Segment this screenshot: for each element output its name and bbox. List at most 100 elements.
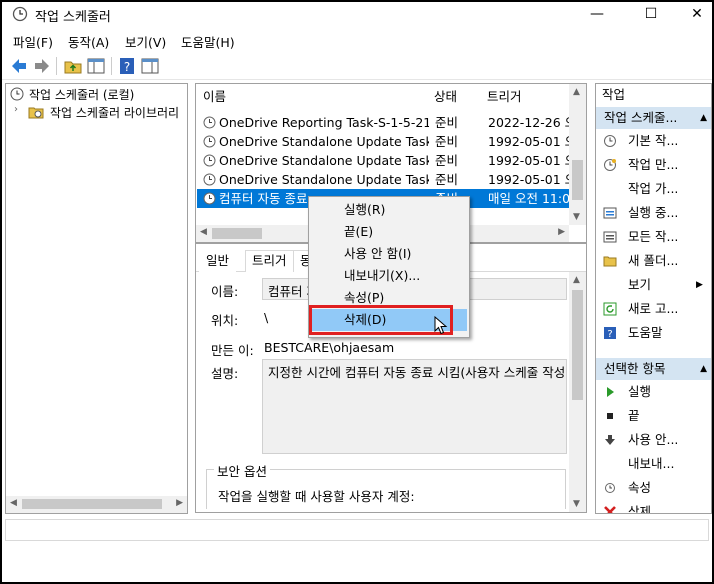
clock-icon <box>203 154 216 167</box>
tree-item-label: 작업 스케줄러 (로컬) <box>29 88 135 102</box>
scroll-up-icon[interactable]: ▲ <box>573 275 580 285</box>
actions-section-selected[interactable]: 선택한 항목 ▲ <box>596 358 711 380</box>
horizontal-scrollbar[interactable]: ◀ ▶ <box>6 496 187 513</box>
action-create-task[interactable]: 작업 만... <box>596 154 706 176</box>
task-trigger: 1992-05-01 오 <box>488 172 569 187</box>
scroll-right-icon[interactable]: ▶ <box>176 498 183 508</box>
show-hide-tree-icon[interactable] <box>86 56 106 76</box>
action-delete[interactable]: 삭제 <box>596 501 706 514</box>
task-name: OneDrive Standalone Update Task-S-... <box>219 172 429 187</box>
refresh-icon <box>603 302 617 316</box>
mouse-cursor-icon <box>434 316 448 335</box>
running-tasks-icon <box>603 207 617 219</box>
context-menu-disable[interactable]: 사용 안 함(I) <box>311 243 467 265</box>
collapse-icon[interactable]: ▲ <box>700 107 707 129</box>
toolbar-separator <box>56 57 57 75</box>
scroll-down-icon[interactable]: ▼ <box>573 212 580 222</box>
actions-section-scheduler[interactable]: 작업 스케줄... ▲ <box>596 107 711 129</box>
action-basic-task[interactable]: 기본 작... <box>596 130 706 152</box>
action-all-tasks-history[interactable]: 모든 작... <box>596 226 706 248</box>
context-menu-run[interactable]: 실행(R) <box>311 199 467 221</box>
vertical-scrollbar[interactable]: ▲ ▼ <box>569 272 586 512</box>
clock-icon <box>12 6 28 22</box>
action-label: 새 폴더... <box>628 253 679 268</box>
action-end[interactable]: 끝 <box>596 405 706 427</box>
menu-view[interactable]: 보기(V) <box>125 32 166 51</box>
action-import-task[interactable]: 작업 가... <box>596 178 706 200</box>
show-action-pane-icon[interactable] <box>140 56 160 76</box>
vertical-scrollbar[interactable]: ▲ ▼ <box>569 84 586 225</box>
minimize-button[interactable]: — <box>574 2 620 28</box>
stop-icon <box>607 413 613 419</box>
column-header-status[interactable]: 상태 <box>434 84 457 110</box>
action-label: 기본 작... <box>628 133 679 148</box>
scroll-thumb[interactable] <box>572 290 583 400</box>
title-bar: 작업 스케줄러 — ☐ ✕ <box>2 2 712 28</box>
action-new-folder[interactable]: 새 폴더... <box>596 250 706 272</box>
context-menu-end[interactable]: 끝(E) <box>311 221 467 243</box>
action-label: 새로 고... <box>628 301 679 316</box>
maximize-button[interactable]: ☐ <box>628 2 674 28</box>
help-icon[interactable]: ? <box>117 56 137 76</box>
description-field[interactable]: 지정한 시간에 컴퓨터 자동 종료 시킴(사용자 스케줄 작성 <box>262 359 567 454</box>
down-arrow-icon <box>605 435 615 445</box>
collapse-icon[interactable]: ▲ <box>700 358 707 380</box>
scroll-thumb[interactable] <box>572 160 583 200</box>
author-value: BESTCARE\ohjaesam <box>264 340 395 355</box>
table-row[interactable]: OneDrive Standalone Update Task-S-... 준비… <box>197 170 569 189</box>
action-run[interactable]: 실행 <box>596 381 706 403</box>
section-label: 작업 스케줄... <box>604 110 678 125</box>
clock-icon <box>10 87 24 101</box>
task-status: 준비 <box>435 172 459 187</box>
action-label: 삭제 <box>628 504 652 514</box>
scroll-down-icon[interactable]: ▼ <box>573 499 580 509</box>
action-label: 작업 만... <box>628 157 679 172</box>
menu-bar: 파일(F) 동작(A) 보기(V) 도움말(H) <box>2 28 712 52</box>
action-view[interactable]: 보기 ▶ <box>596 274 706 296</box>
table-row[interactable]: OneDrive Reporting Task-S-1-5-21-3... 준비… <box>197 113 569 132</box>
scroll-left-icon[interactable]: ◀ <box>10 498 17 508</box>
action-refresh[interactable]: 새로 고... <box>596 298 706 320</box>
task-scheduler-window: 작업 스케줄러 — ☐ ✕ 파일(F) 동작(A) 보기(V) 도움말(H) ?… <box>0 0 714 584</box>
action-running-tasks[interactable]: 실행 중... <box>596 202 706 224</box>
folder-up-icon[interactable] <box>63 56 83 76</box>
tab-triggers[interactable]: 트리거 <box>245 250 294 272</box>
scroll-left-icon[interactable]: ◀ <box>200 227 207 237</box>
chevron-right-icon[interactable]: › <box>14 104 18 115</box>
author-label: 만든 이: <box>211 343 254 358</box>
back-arrow-icon[interactable] <box>9 56 29 76</box>
scroll-up-icon[interactable]: ▲ <box>573 87 580 97</box>
menu-file[interactable]: 파일(F) <box>13 32 53 51</box>
toolbar: ? <box>2 52 712 80</box>
scroll-thumb[interactable] <box>212 228 262 239</box>
navigation-tree: 작업 스케줄러 (로컬) › 작업 스케줄러 라이브러리 ◀ ▶ <box>5 83 188 514</box>
action-disable[interactable]: 사용 안... <box>596 429 706 451</box>
menu-action[interactable]: 동작(A) <box>68 32 109 51</box>
forward-arrow-icon[interactable] <box>32 56 52 76</box>
action-help[interactable]: ? 도움말 <box>596 322 706 344</box>
task-status: 준비 <box>435 115 459 130</box>
tab-general[interactable]: 일반 <box>199 250 237 272</box>
action-export[interactable]: 내보내... <box>596 453 706 475</box>
action-label: 도움말 <box>628 325 663 340</box>
close-button[interactable]: ✕ <box>674 2 714 28</box>
column-header-name[interactable]: 이름 <box>203 84 226 110</box>
scroll-thumb[interactable] <box>22 499 162 509</box>
menu-help[interactable]: 도움말(H) <box>181 32 235 51</box>
status-bar <box>5 519 709 541</box>
svg-text:?: ? <box>124 60 130 74</box>
security-options-text: 작업을 실행할 때 사용할 사용자 계정: <box>218 489 415 504</box>
task-trigger: 1992-05-01 오 <box>488 153 569 168</box>
table-row[interactable]: OneDrive Standalone Update Task-S-... 준비… <box>197 132 569 151</box>
table-row[interactable]: OneDrive Standalone Update Task-S-... 준비… <box>197 151 569 170</box>
location-value: \ <box>264 310 269 325</box>
submenu-arrow-icon: ▶ <box>696 280 703 290</box>
column-header-trigger[interactable]: 트리거 <box>487 84 522 110</box>
action-label: 끝 <box>628 408 640 423</box>
clock-icon <box>203 135 216 148</box>
action-properties[interactable]: 속성 <box>596 477 706 499</box>
task-trigger: 2022-12-26 오 <box>488 115 569 130</box>
scroll-right-icon[interactable]: ▶ <box>558 227 565 237</box>
section-label: 선택한 항목 <box>604 361 666 376</box>
context-menu-export[interactable]: 내보내기(X)... <box>311 265 467 287</box>
